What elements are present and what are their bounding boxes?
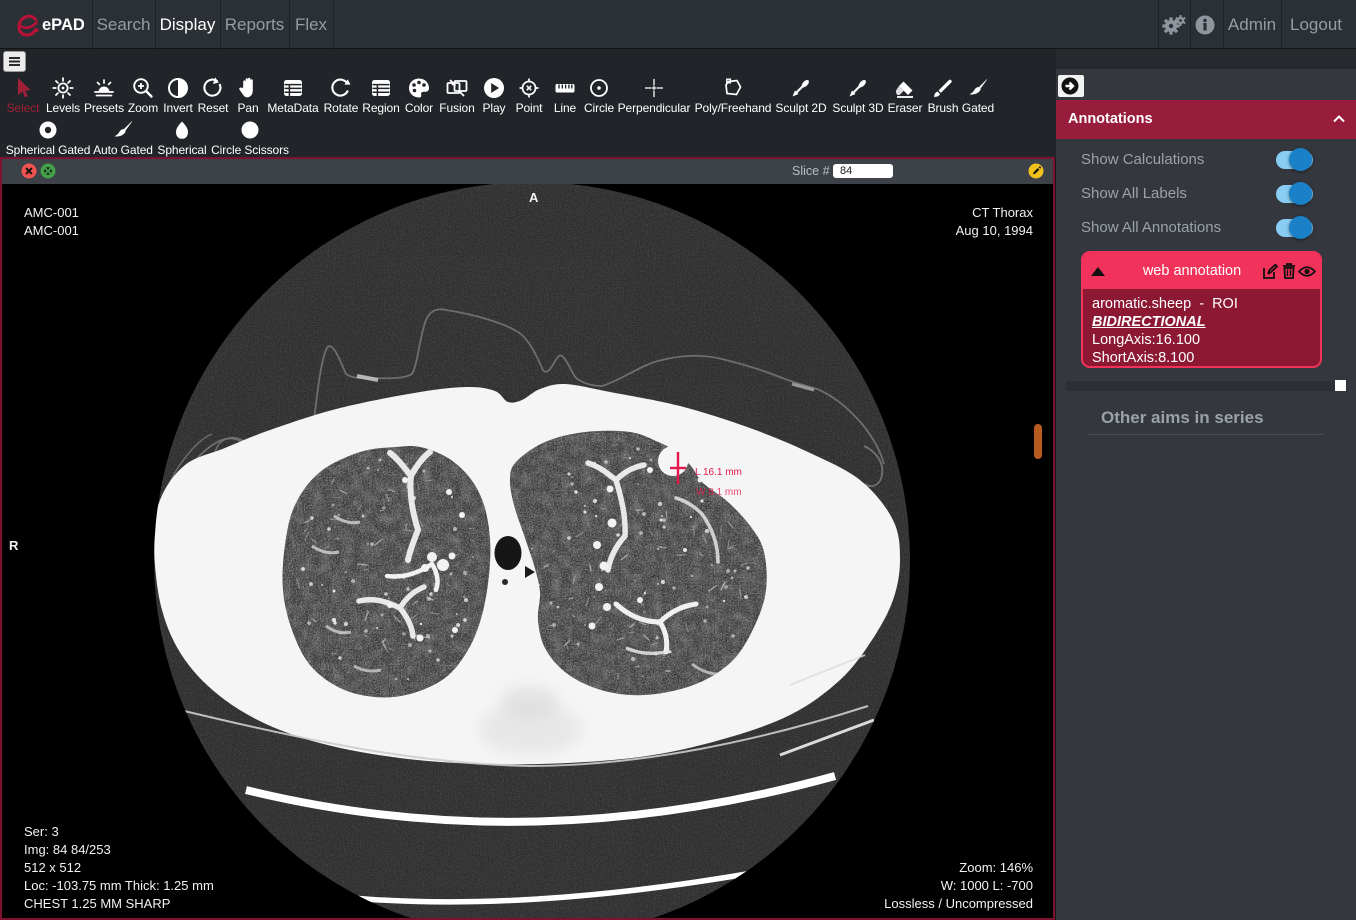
svg-text:L 16.1 mm: L 16.1 mm <box>695 467 742 478</box>
svg-text:W 8.1 mm: W 8.1 mm <box>696 487 742 498</box>
